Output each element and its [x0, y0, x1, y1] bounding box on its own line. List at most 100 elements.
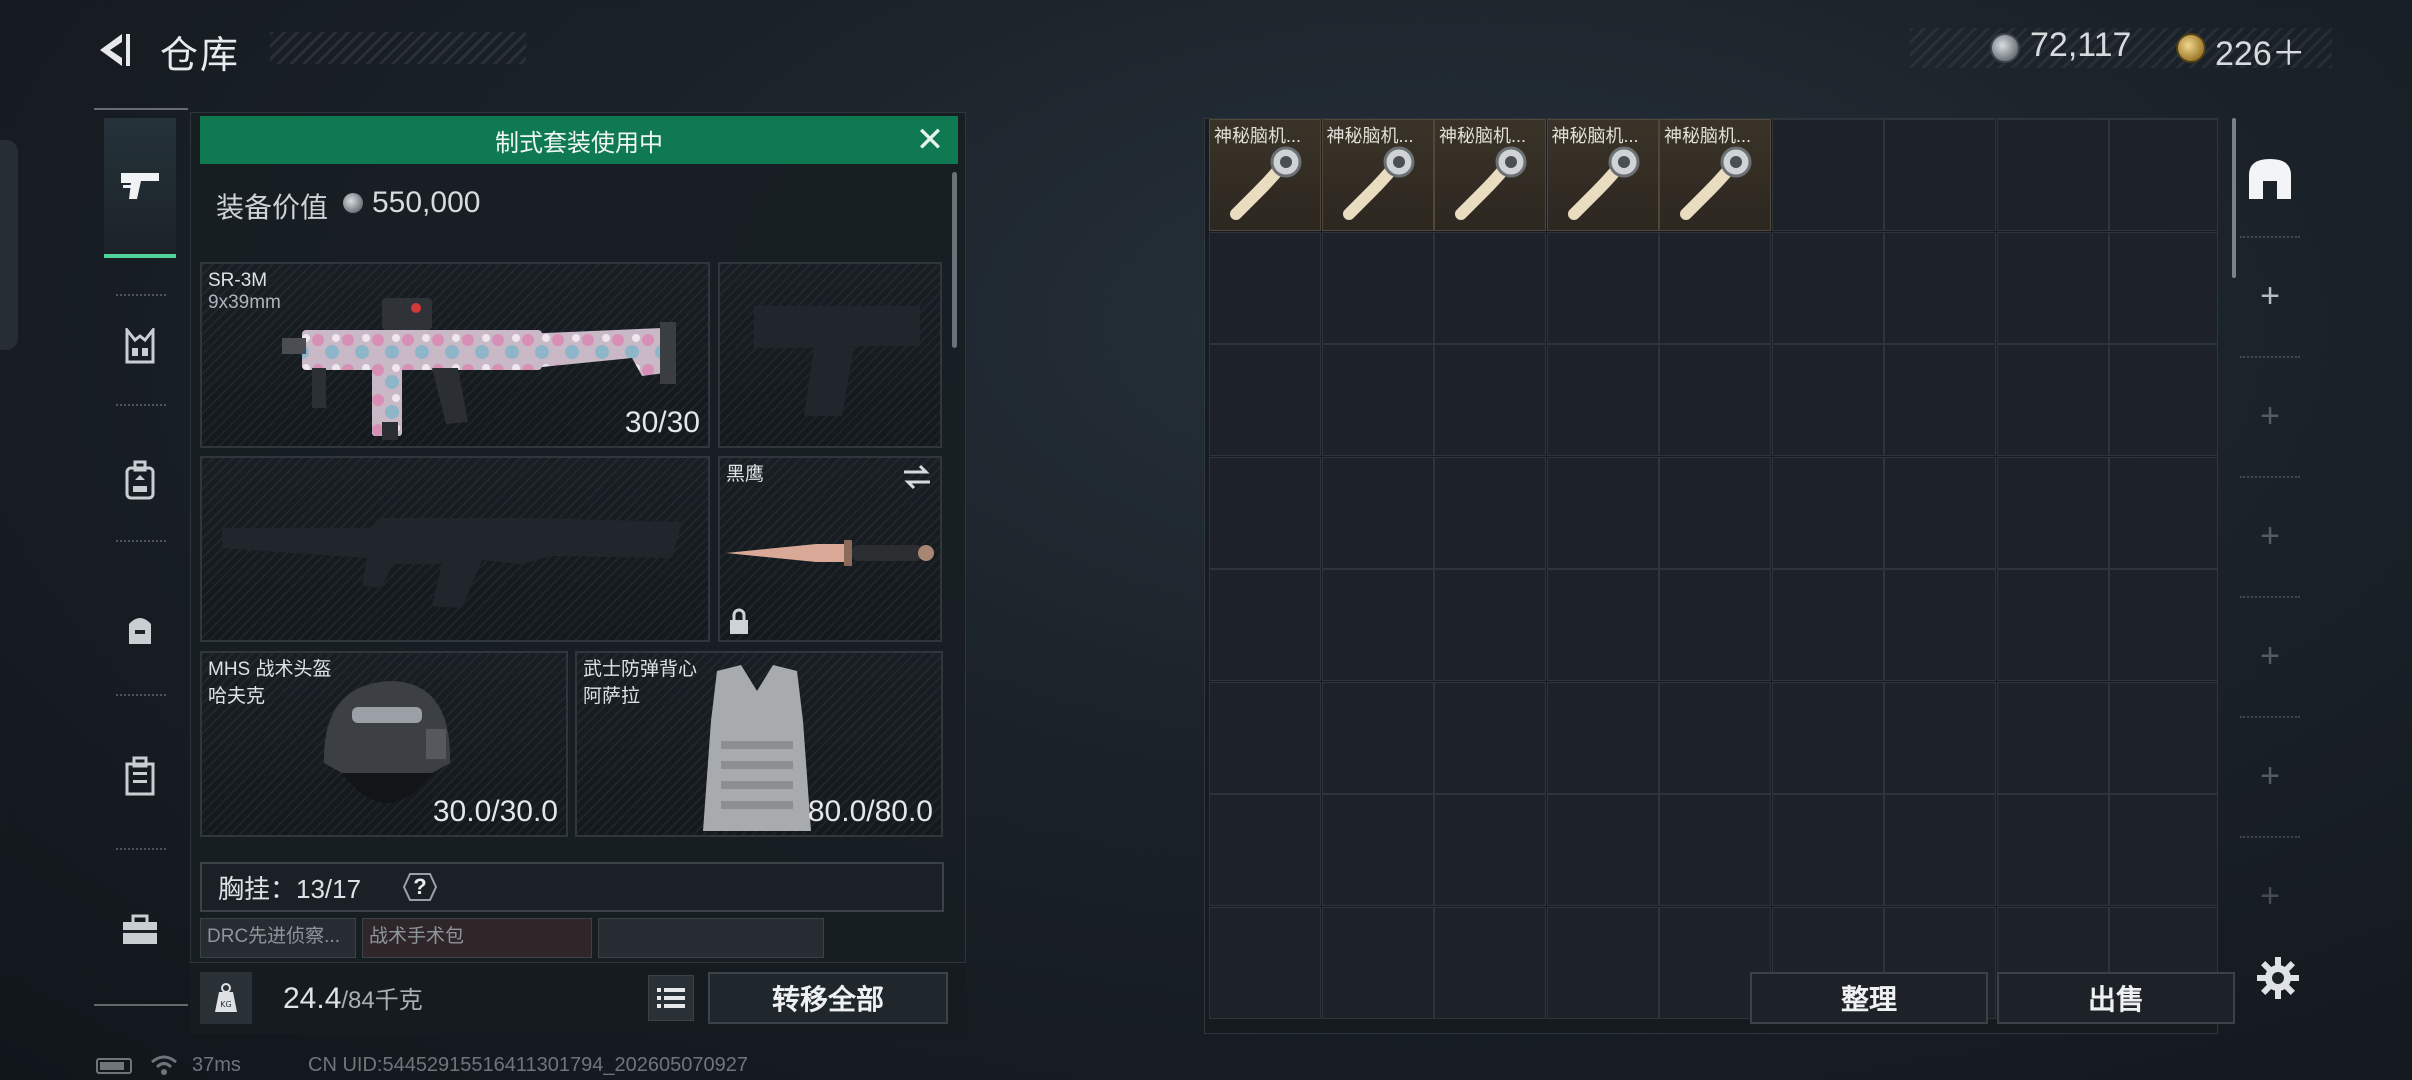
storage-cell[interactable]	[1321, 569, 1434, 681]
storage-cell[interactable]	[2109, 569, 2217, 681]
storage-cell[interactable]	[1209, 681, 1321, 794]
storage-cell[interactable]	[1884, 794, 1996, 906]
warehouse-page-button[interactable]	[2240, 148, 2300, 208]
storage-item[interactable]: 神秘脑机...	[1321, 119, 1434, 231]
storage-cell[interactable]	[2109, 681, 2217, 794]
storage-cell[interactable]	[1884, 569, 1996, 681]
storage-cell[interactable]	[1209, 569, 1321, 681]
storage-cell[interactable]	[1546, 569, 1659, 681]
storage-cell[interactable]	[1321, 231, 1434, 344]
storage-cell[interactable]	[1771, 344, 1884, 456]
storage-cell[interactable]	[1434, 569, 1546, 681]
storage-cell[interactable]	[1996, 681, 2109, 794]
nav-chest-rig[interactable]	[104, 304, 176, 388]
storage-cell[interactable]	[1659, 794, 1771, 906]
storage-cell[interactable]	[1884, 681, 1996, 794]
nav-case[interactable]	[104, 734, 176, 818]
nav-toolbox[interactable]	[104, 888, 176, 972]
storage-cell[interactable]	[1321, 906, 1434, 1019]
armor-slot[interactable]: 武士防弹背心 阿萨拉 80.0/80.0	[575, 651, 943, 837]
add-page-button[interactable]: +	[2240, 506, 2300, 566]
storage-cell[interactable]	[1771, 681, 1884, 794]
storage-cell[interactable]	[1996, 344, 2109, 456]
storage-cell[interactable]	[1659, 681, 1771, 794]
storage-cell[interactable]	[1771, 119, 1884, 231]
melee-slot[interactable]: 黑鹰	[718, 456, 942, 642]
storage-cell[interactable]	[1771, 231, 1884, 344]
helmet-slot[interactable]: MHS 战术头盔 哈夫克 30.0/30.0	[200, 651, 568, 837]
storage-cell[interactable]	[1434, 794, 1546, 906]
storage-cell[interactable]	[1659, 231, 1771, 344]
swap-icon[interactable]	[900, 464, 934, 490]
storage-cell[interactable]	[1884, 456, 1996, 569]
storage-cell[interactable]	[1209, 231, 1321, 344]
storage-cell[interactable]	[1884, 344, 1996, 456]
chest-rig-slot[interactable]	[598, 918, 824, 958]
storage-item[interactable]: 神秘脑机...	[1434, 119, 1546, 231]
storage-cell[interactable]	[1321, 794, 1434, 906]
sell-button[interactable]: 出售	[1997, 972, 2235, 1024]
storage-item[interactable]: 神秘脑机...	[1659, 119, 1771, 231]
sort-button[interactable]: 整理	[1750, 972, 1988, 1024]
add-page-button[interactable]: +	[2240, 866, 2300, 926]
chest-rig-slot[interactable]: DRC先进侦察...	[200, 918, 356, 958]
storage-cell[interactable]	[1546, 231, 1659, 344]
storage-cell[interactable]	[1996, 794, 2109, 906]
storage-cell[interactable]	[1546, 344, 1659, 456]
secondary-weapon-slot[interactable]	[200, 456, 710, 642]
storage-cell[interactable]	[1884, 119, 1996, 231]
storage-cell[interactable]	[1996, 456, 2109, 569]
close-icon[interactable]: ✕	[912, 121, 948, 159]
storage-cell[interactable]	[1884, 231, 1996, 344]
storage-cell[interactable]	[1209, 794, 1321, 906]
storage-cell[interactable]	[1434, 906, 1546, 1019]
primary-weapon-slot[interactable]: SR-3M 9x39mm 30/30	[200, 262, 710, 448]
storage-cell[interactable]	[1434, 231, 1546, 344]
storage-item[interactable]: 神秘脑机...	[1546, 119, 1659, 231]
storage-cell[interactable]	[1546, 794, 1659, 906]
settings-button[interactable]	[2250, 950, 2306, 1006]
storage-cell[interactable]	[1659, 344, 1771, 456]
storage-cell[interactable]	[1209, 906, 1321, 1019]
storage-cell[interactable]	[1546, 456, 1659, 569]
chest-rig-bar[interactable]: 胸挂：13/17	[200, 862, 944, 912]
storage-cell[interactable]	[1546, 681, 1659, 794]
add-page-button[interactable]: +	[2240, 746, 2300, 806]
storage-cell[interactable]	[2109, 344, 2217, 456]
nav-backpack[interactable]	[104, 438, 176, 522]
storage-cell[interactable]	[1659, 569, 1771, 681]
storage-cell[interactable]	[1321, 456, 1434, 569]
storage-cell[interactable]	[1209, 456, 1321, 569]
transfer-all-button[interactable]: 转移全部	[708, 972, 948, 1024]
storage-cell[interactable]	[1546, 906, 1659, 1019]
storage-cell[interactable]	[1771, 456, 1884, 569]
storage-cell[interactable]	[2109, 119, 2217, 231]
storage-cell[interactable]	[1434, 456, 1546, 569]
storage-cell[interactable]	[1996, 119, 2109, 231]
storage-cell[interactable]	[2109, 456, 2217, 569]
help-icon[interactable]: ?	[402, 872, 438, 902]
add-page-button[interactable]: +	[2240, 386, 2300, 446]
storage-cell[interactable]	[2109, 231, 2217, 344]
storage-cell[interactable]	[2109, 794, 2217, 906]
storage-item[interactable]: 神秘脑机...	[1209, 119, 1321, 231]
storage-cell[interactable]	[1321, 681, 1434, 794]
storage-cell[interactable]	[1659, 456, 1771, 569]
add-page-button[interactable]: +	[2240, 626, 2300, 686]
storage-cell[interactable]	[1209, 344, 1321, 456]
storage-cell[interactable]	[1321, 344, 1434, 456]
add-page-button[interactable]: +	[2240, 266, 2300, 326]
currency-secondary[interactable]: 226＋	[2215, 26, 2306, 75]
storage-cell[interactable]	[1996, 231, 2109, 344]
list-view-button[interactable]	[648, 975, 694, 1021]
panel-scrollbar[interactable]	[952, 172, 957, 348]
storage-cell[interactable]	[1434, 681, 1546, 794]
back-arrow-icon[interactable]	[92, 28, 136, 72]
storage-cell[interactable]	[1771, 569, 1884, 681]
storage-cell[interactable]	[1771, 794, 1884, 906]
pistol-slot[interactable]	[718, 262, 942, 448]
nav-weapons[interactable]	[104, 118, 176, 258]
chest-rig-slot[interactable]: 战术手术包	[362, 918, 592, 958]
storage-cell[interactable]	[1434, 344, 1546, 456]
storage-cell[interactable]	[1996, 569, 2109, 681]
